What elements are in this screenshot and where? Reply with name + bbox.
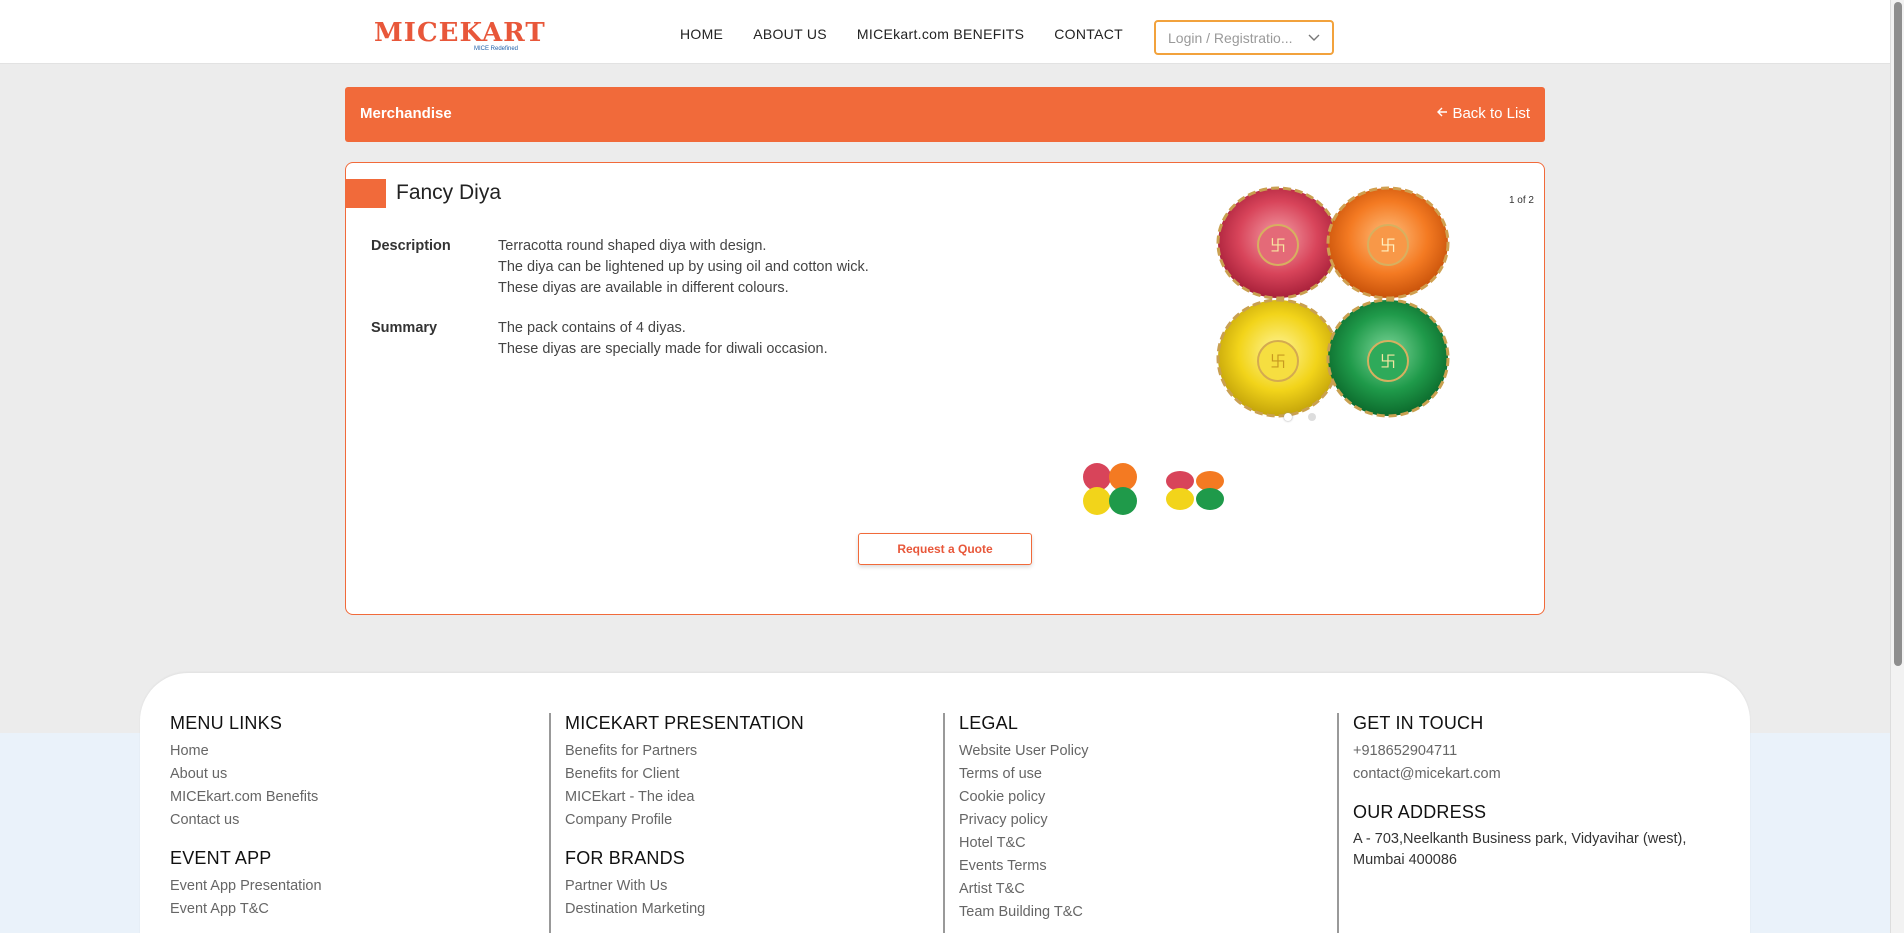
footer-heading: LEGAL bbox=[959, 713, 1019, 733]
logo-tagline: MICE Redefined bbox=[474, 46, 519, 52]
summary-text: The pack contains of 4 diyas. These diya… bbox=[498, 318, 828, 360]
summary-line: These diyas are specially made for diwal… bbox=[498, 341, 828, 357]
back-to-list-link[interactable]: Back to List bbox=[1436, 105, 1530, 122]
footer-link[interactable]: Events Terms bbox=[959, 855, 1088, 878]
footer-heading: EVENT APP bbox=[170, 848, 272, 868]
footer-email-link[interactable]: contact@micekart.com bbox=[1353, 763, 1733, 786]
category-banner: Merchandise Back to List bbox=[345, 87, 1545, 142]
carousel-dots bbox=[1284, 413, 1316, 421]
description-line: These diyas are available in different c… bbox=[498, 280, 789, 296]
main-nav: HOME ABOUT US MICEkart.com BENEFITS CONT… bbox=[680, 26, 1123, 42]
svg-text:卐: 卐 bbox=[1270, 352, 1286, 371]
footer-link[interactable]: Cookie policy bbox=[959, 786, 1088, 809]
summary-label: Summary bbox=[371, 320, 438, 336]
footer-heading: GET IN TOUCH bbox=[1353, 713, 1484, 733]
footer-link[interactable]: Event App Presentation bbox=[170, 875, 322, 898]
footer-col-contact: GET IN TOUCH +918652904711 contact@micek… bbox=[1337, 713, 1733, 933]
footer-link[interactable]: Destination Marketing bbox=[565, 898, 804, 921]
nav-benefits[interactable]: MICEkart.com BENEFITS bbox=[857, 26, 1024, 42]
footer-col-menu: MENU LINKS Home About us MICEkart.com Be… bbox=[170, 713, 322, 921]
scrollbar-thumb[interactable] bbox=[1894, 2, 1902, 666]
product-title: Fancy Diya bbox=[396, 181, 502, 204]
site-footer: MENU LINKS Home About us MICEkart.com Be… bbox=[140, 673, 1750, 933]
footer-link[interactable]: Benefits for Partners bbox=[565, 740, 804, 763]
login-registration-dropdown[interactable]: Login / Registratio... bbox=[1154, 20, 1334, 55]
product-main-image[interactable]: 卐 卐 卐 卐 bbox=[1193, 183, 1483, 433]
nav-home[interactable]: HOME bbox=[680, 26, 723, 42]
footer-address: A - 703,Neelkanth Business park, Vidyavi… bbox=[1353, 831, 1687, 868]
footer-link[interactable]: Home bbox=[170, 740, 322, 763]
back-to-list-label: Back to List bbox=[1452, 105, 1530, 122]
category-title: Merchandise bbox=[360, 105, 452, 122]
footer-col-legal: LEGAL Website User Policy Terms of use C… bbox=[943, 713, 1088, 933]
footer-heading: OUR ADDRESS bbox=[1353, 802, 1487, 822]
svg-text:卐: 卐 bbox=[1380, 236, 1396, 255]
footer-link[interactable]: Terms of use bbox=[959, 763, 1088, 786]
page-scrollbar[interactable] bbox=[1890, 0, 1904, 933]
nav-contact[interactable]: CONTACT bbox=[1054, 26, 1123, 42]
footer-link[interactable]: MICEkart - The idea bbox=[565, 786, 804, 809]
title-marker bbox=[346, 179, 386, 208]
nav-about-us[interactable]: ABOUT US bbox=[753, 26, 827, 42]
thumbnail-1[interactable] bbox=[1079, 459, 1143, 519]
footer-heading: MICEKART PRESENTATION bbox=[565, 713, 804, 733]
footer-link[interactable]: Website User Policy bbox=[959, 740, 1088, 763]
description-line: The diya can be lightened up by using oi… bbox=[498, 259, 869, 275]
summary-line: The pack contains of 4 diyas. bbox=[498, 320, 686, 336]
footer-link[interactable]: About us bbox=[170, 763, 322, 786]
footer-link[interactable]: Event App T&C bbox=[170, 898, 322, 921]
description-line: Terracotta round shaped diya with design… bbox=[498, 238, 767, 254]
footer-link[interactable]: Partner With Us bbox=[565, 875, 804, 898]
request-quote-button[interactable]: Request a Quote bbox=[858, 533, 1032, 565]
footer-link[interactable]: Benefits for Client bbox=[565, 763, 804, 786]
footer-link[interactable]: Team Building T&C bbox=[959, 901, 1088, 924]
site-header: MICEKART MICE Redefined HOME ABOUT US MI… bbox=[0, 0, 1890, 64]
footer-link[interactable]: Hotel T&C bbox=[959, 832, 1088, 855]
footer-link[interactable]: Company Profile bbox=[565, 809, 804, 832]
description-text: Terracotta round shaped diya with design… bbox=[498, 236, 869, 299]
carousel-dot-2[interactable] bbox=[1308, 413, 1316, 421]
footer-link[interactable]: Privacy policy bbox=[959, 809, 1088, 832]
arrow-left-icon bbox=[1436, 105, 1448, 122]
footer-link[interactable]: Artist T&C bbox=[959, 878, 1088, 901]
carousel-dot-1[interactable] bbox=[1284, 413, 1292, 421]
thumbnail-2[interactable] bbox=[1158, 459, 1234, 519]
description-label: Description bbox=[371, 238, 451, 254]
footer-col-presentation: MICEKART PRESENTATION Benefits for Partn… bbox=[549, 713, 804, 933]
footer-heading: MENU LINKS bbox=[170, 713, 283, 733]
footer-link[interactable]: Contact us bbox=[170, 809, 322, 832]
footer-link[interactable]: MICEkart.com Benefits bbox=[170, 786, 322, 809]
footer-phone-link[interactable]: +918652904711 bbox=[1353, 740, 1733, 763]
login-label: Login / Registratio... bbox=[1168, 29, 1293, 46]
image-counter: 1 of 2 bbox=[1508, 195, 1534, 206]
svg-text:卐: 卐 bbox=[1380, 352, 1396, 371]
micekart-logo[interactable]: MICEKART MICE Redefined bbox=[374, 14, 546, 54]
product-card: Fancy Diya Description Terracotta round … bbox=[345, 162, 1545, 615]
svg-text:卐: 卐 bbox=[1270, 236, 1286, 255]
chevron-down-icon bbox=[1308, 31, 1320, 45]
logo-text: MICEKART bbox=[374, 18, 546, 48]
footer-heading: FOR BRANDS bbox=[565, 848, 686, 868]
